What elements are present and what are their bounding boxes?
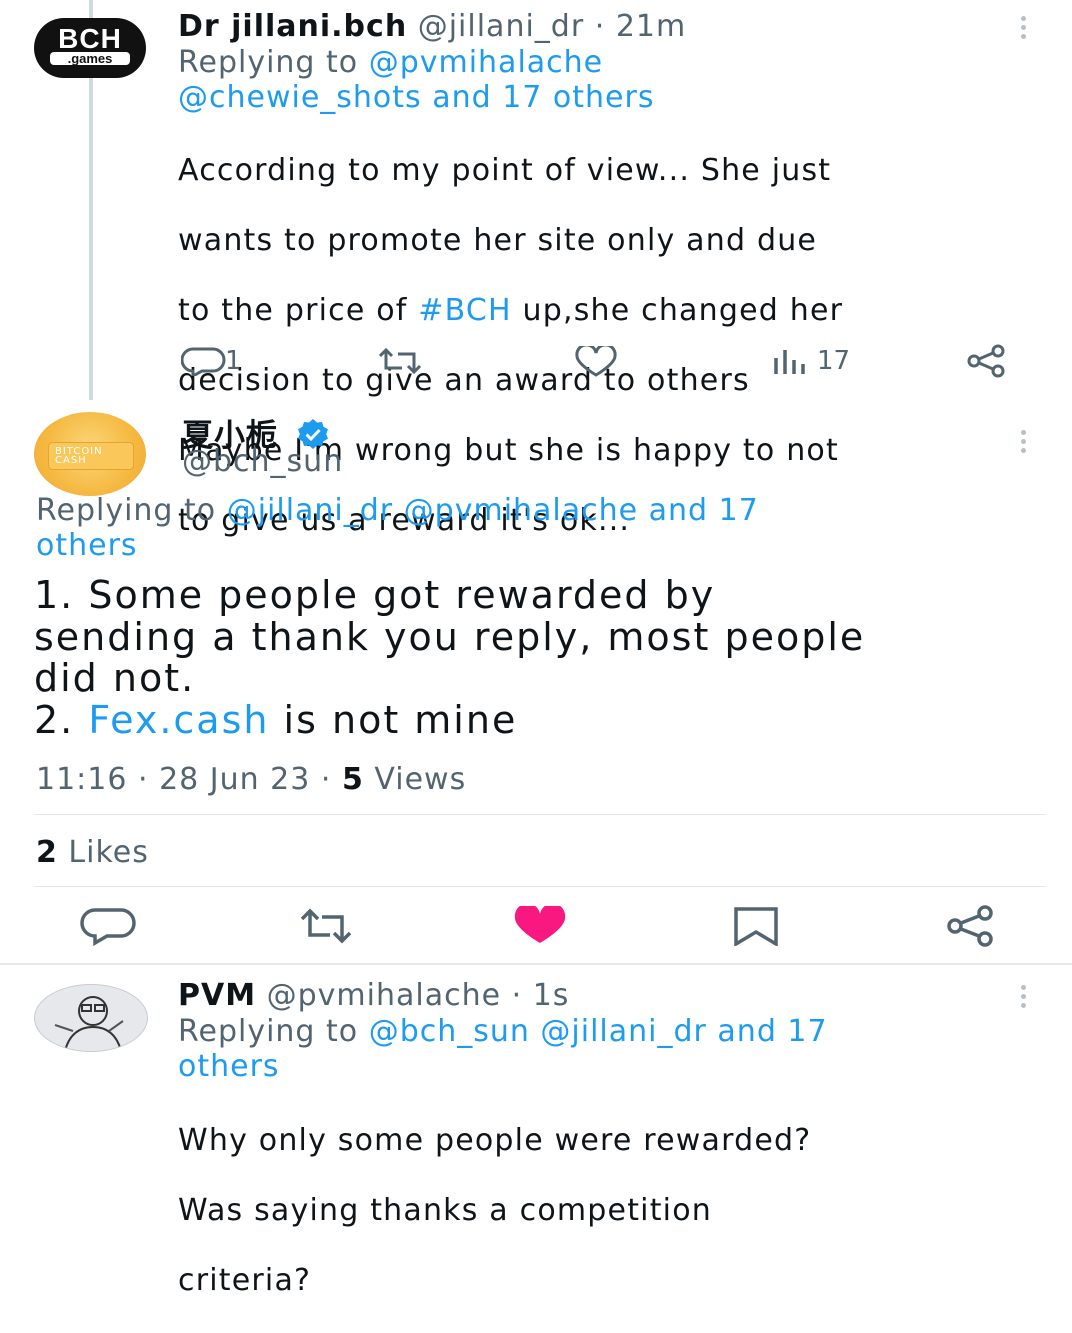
likes-count: 2 xyxy=(36,835,58,870)
replying-prefix: Replying to xyxy=(36,493,217,528)
mention-link[interactable]: @pvmihalache xyxy=(369,45,603,80)
reply-icon xyxy=(80,908,136,946)
body-text-segment: up,she changed her xyxy=(511,293,844,328)
body-text-segment: 2. xyxy=(34,697,89,742)
handle[interactable]: @bch_sun xyxy=(182,444,343,479)
replying-prefix: Replying to xyxy=(178,1014,359,1049)
replying-to: Replying to @jillani_dr @pvmihalache and… xyxy=(36,493,759,528)
separator-dot: · xyxy=(511,978,523,1013)
display-name[interactable]: Dr jillani.bch xyxy=(178,9,407,44)
tweet-header: Dr jillani.bch @jillani_dr · 21m xyxy=(178,9,686,44)
divider xyxy=(34,886,1046,887)
replying-to: Replying to @bch_sun @jillani_dr and 17 xyxy=(178,1014,828,1049)
more-icon[interactable] xyxy=(1021,985,1027,1008)
reply-count: 1 xyxy=(225,346,242,376)
body-line: sending a thank you reply, most people xyxy=(34,614,866,659)
more-icon[interactable] xyxy=(1021,16,1027,39)
body-line: Was saying thanks a competition xyxy=(178,1193,712,1228)
retweet-icon xyxy=(300,908,352,944)
tweet-header: PVM @pvmihalache · 1s xyxy=(178,978,569,1013)
body-text-segment: to the price of xyxy=(178,293,419,328)
display-name[interactable]: PVM xyxy=(178,978,256,1013)
views-label: Views xyxy=(363,762,467,797)
section-divider xyxy=(0,963,1072,965)
share-button[interactable] xyxy=(944,904,998,948)
tweet-body: 1. Some people got rewarded by sending a… xyxy=(34,573,866,742)
likes-summary[interactable]: 2 Likes xyxy=(36,835,149,870)
timestamp[interactable]: 21m xyxy=(616,9,686,44)
avatar-sketch-icon xyxy=(54,996,124,1051)
replying-to: Replying to @pvmihalache xyxy=(178,45,603,80)
views-count: 5 xyxy=(341,762,364,797)
avatar-logo-text: BCH xyxy=(58,23,122,54)
reply-button[interactable]: 1 xyxy=(181,346,242,376)
replying-to-others[interactable]: @chewie_shots and 17 others xyxy=(178,80,654,115)
handle[interactable]: @jillani_dr xyxy=(418,9,584,44)
body-line: According to my point of view... She jus… xyxy=(178,153,832,188)
bookmark-button[interactable] xyxy=(731,906,781,946)
body-line: criteria? xyxy=(178,1263,312,1298)
replying-prefix: Replying to xyxy=(178,45,359,80)
body-line: decision to give an award to others xyxy=(178,363,750,398)
more-icon[interactable] xyxy=(1021,430,1027,453)
avatar-coin-text: BITCOIN CASH xyxy=(55,446,103,466)
views-count: 17 xyxy=(817,346,851,376)
body-line: 2. Fex.cash is not mine xyxy=(34,697,865,742)
body-line: to the price of #BCH up,she changed her xyxy=(178,293,843,328)
retweet-button[interactable] xyxy=(374,346,426,376)
separator-dot: · xyxy=(594,9,606,44)
handle[interactable]: @pvmihalache xyxy=(267,978,501,1013)
share-icon xyxy=(947,905,993,947)
reply-button[interactable] xyxy=(80,906,136,946)
heart-icon xyxy=(514,906,566,943)
like-button-active[interactable] xyxy=(512,906,568,946)
replying-to-others[interactable]: others xyxy=(178,1049,280,1084)
avatar-pvm[interactable] xyxy=(34,984,148,1052)
body-line: 1. Some people got rewarded by xyxy=(34,573,716,617)
share-icon xyxy=(967,344,1005,378)
replying-to-others[interactable]: others xyxy=(36,528,138,563)
divider xyxy=(34,814,1046,815)
heart-icon xyxy=(575,346,617,377)
hashtag-link[interactable]: #BCH xyxy=(418,293,512,328)
avatar-jillani[interactable]: BCH .games xyxy=(34,18,146,78)
like-button[interactable] xyxy=(574,346,618,378)
mention-links[interactable]: @jillani_dr @pvmihalache and 17 xyxy=(227,493,759,528)
reply-icon xyxy=(181,347,226,376)
retweet-button[interactable] xyxy=(296,906,356,946)
body-text-segment: is not mine xyxy=(269,697,518,742)
post-timestamp[interactable]: 11:16 · 28 Jun 23 · xyxy=(36,762,342,797)
tweet-body: Why only some people were rewarded? Was … xyxy=(178,1088,811,1333)
retweet-icon xyxy=(378,347,422,375)
likes-label: Likes xyxy=(57,835,149,870)
views-button[interactable]: 17 xyxy=(773,346,850,376)
avatar-bch-sun[interactable]: BITCOIN CASH xyxy=(34,412,146,496)
body-line: wants to promote her site only and due xyxy=(178,223,818,258)
body-line: did not. xyxy=(34,656,196,700)
bookmark-icon xyxy=(734,907,778,946)
body-line: Why only some people were rewarded? xyxy=(178,1123,812,1158)
mention-links[interactable]: @bch_sun @jillani_dr and 17 xyxy=(369,1014,828,1049)
tweet-meta: 11:16 · 28 Jun 23 · 5 Views xyxy=(36,762,466,797)
avatar-coin-badge: BITCOIN CASH xyxy=(48,442,134,470)
fex-cash-link[interactable]: Fex.cash xyxy=(88,698,269,742)
views-icon xyxy=(774,350,805,374)
share-button[interactable] xyxy=(965,344,1009,378)
timestamp[interactable]: 1s xyxy=(533,978,570,1013)
